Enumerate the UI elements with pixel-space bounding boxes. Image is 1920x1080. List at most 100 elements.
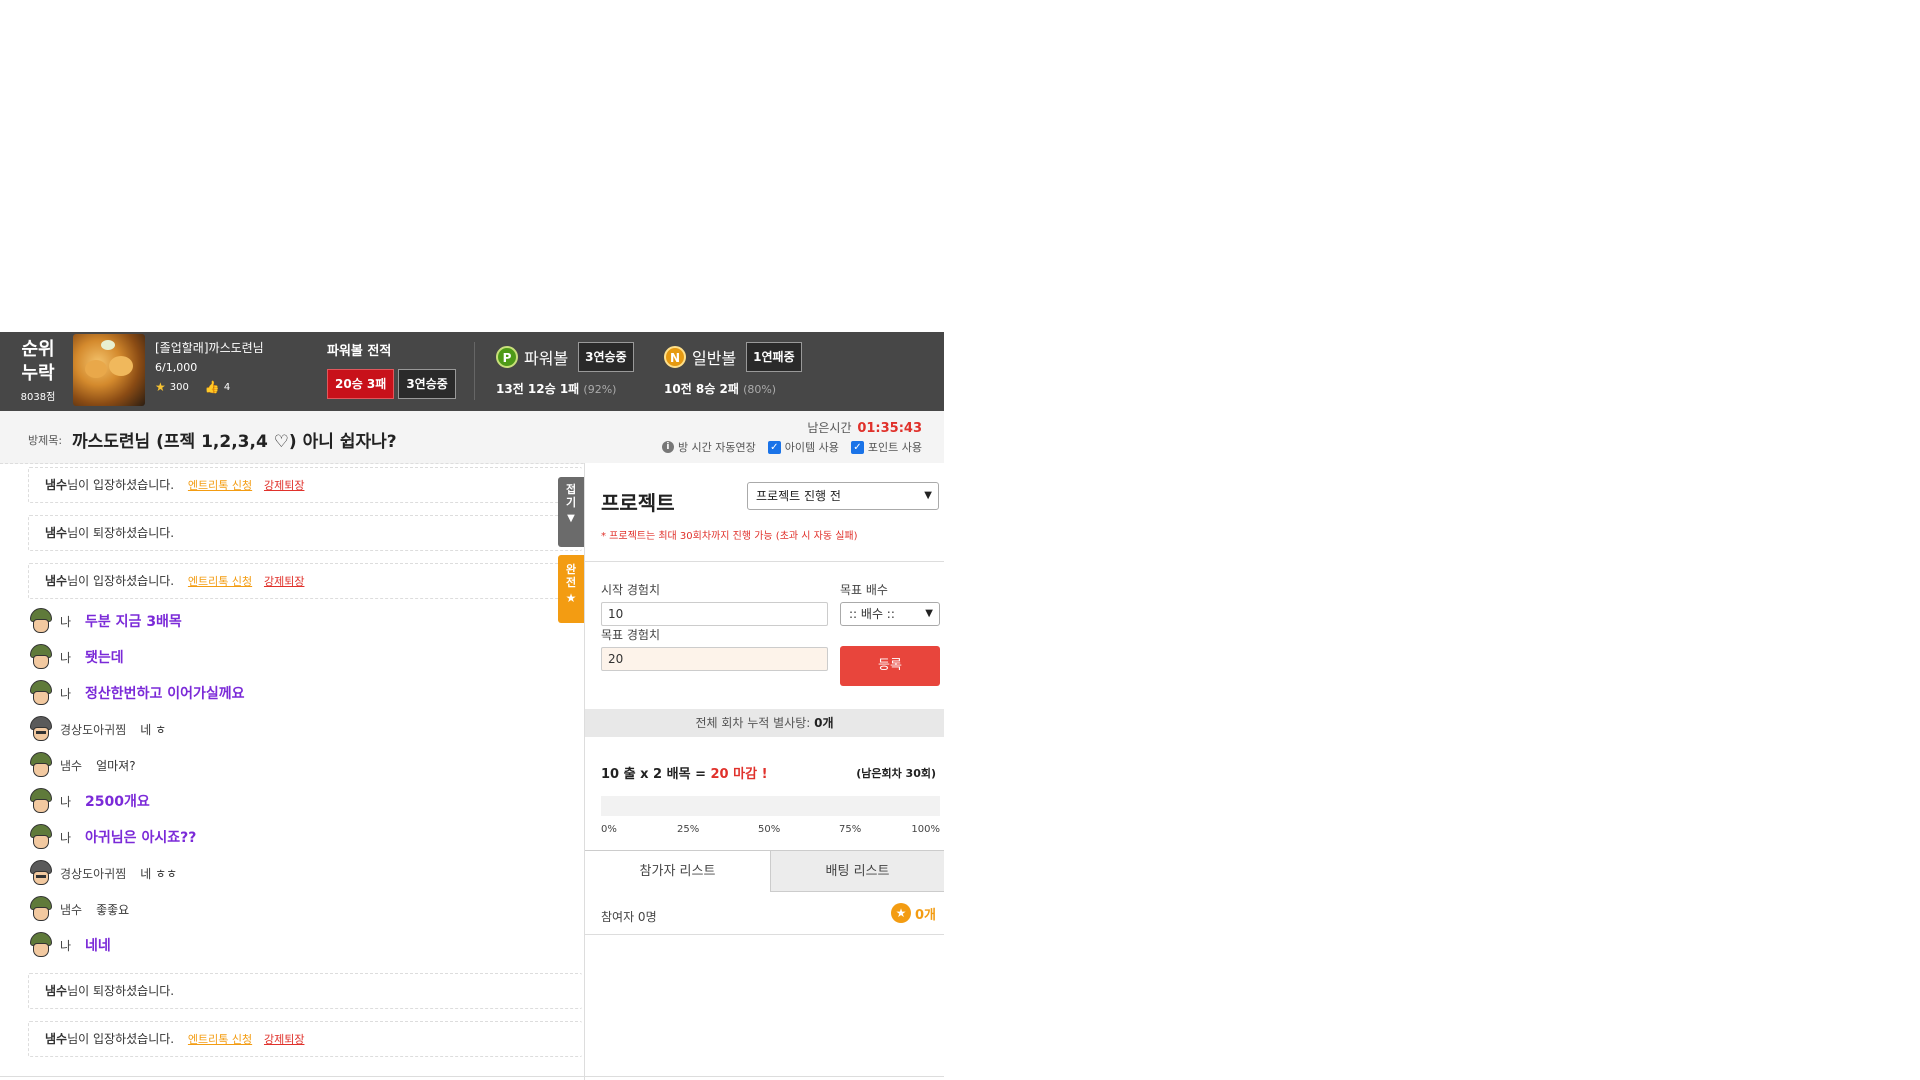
calc-unit2: 배목 [666, 767, 691, 782]
rank-label: 순위 [21, 339, 55, 360]
system-message-user[interactable]: 냄수 [45, 1032, 67, 1046]
auto-extend-label[interactable]: 방 시간 자동연장 [678, 439, 756, 455]
register-button[interactable]: 등록 [840, 646, 940, 686]
soldier-avatar-icon [28, 608, 54, 634]
powerball-streak: 3연승중 [578, 342, 634, 372]
divider [0, 1076, 944, 1077]
use-point-checkbox[interactable]: ✓ [850, 440, 864, 454]
system-message-user[interactable]: 냄수 [45, 574, 67, 588]
soldier-avatar-icon [28, 896, 54, 922]
chat-author[interactable]: 냄수 [60, 901, 82, 918]
full-tab-label-2: 전 [565, 576, 577, 589]
progress-ticks: 0% 25% 50% 75% 100% [601, 824, 940, 838]
rank-box: 순위 누락 8038점 [16, 338, 60, 403]
soldier-avatar-icon [28, 644, 54, 670]
normalball-record: 10전 8승 2패 (80%) [664, 380, 802, 397]
profile-header: 순위 누락 8038점 [졸업할래]까스도련님 6/1,000 ★ 300 👍 … [0, 332, 944, 411]
full-tab-label-1: 완 [565, 563, 577, 576]
reward-value: 0개 [914, 907, 936, 923]
entry-talk-link[interactable]: 엔트리톡 신청 [188, 479, 252, 492]
target-exp-label: 목표 경험치 [601, 628, 661, 642]
kick-link[interactable]: 강제퇴장 [264, 1033, 304, 1046]
full-screen-tab[interactable]: 완 전 ★ [558, 555, 584, 623]
powerball-pct: (92%) [583, 383, 617, 396]
chat-author[interactable]: 나 [60, 829, 71, 846]
target-mult-value: :: 배수 :: [849, 607, 895, 621]
chat-message: 네 ㅎ [140, 722, 167, 737]
thumbs-up-icon: 👍 [204, 380, 220, 394]
total-candy-value: 0개 [814, 716, 834, 730]
chevron-down-icon: ▼ [567, 513, 575, 524]
normalball-icon: N [664, 346, 686, 368]
tab-betting[interactable]: 배팅 리스트 [771, 850, 944, 892]
calc-unit1: 출 [623, 767, 636, 782]
chat-author[interactable]: 냄수 [60, 757, 82, 774]
system-message-user[interactable]: 냄수 [45, 984, 67, 998]
user-info: [졸업할래]까스도련님 6/1,000 ★ 300 👍 4 [155, 340, 264, 394]
chat-line: 경상도아귀찜 네 ㅎㅎ [28, 859, 177, 887]
powerball-stats: P 파워볼 3연승중 13전 12승 1패 (92%) [496, 342, 634, 397]
project-calc: 10 출 x 2 배목 = 20 마감 ! [601, 763, 768, 782]
chat-message: 두분 지금 3배목 [85, 614, 182, 630]
use-point-label[interactable]: 포인트 사용 [868, 439, 922, 455]
system-message-user[interactable]: 냄수 [45, 478, 67, 492]
project-title: 프로젝트 [601, 491, 675, 515]
system-message-text: 님이 입장하셨습니다. [67, 574, 175, 588]
use-item-checkbox[interactable]: ✓ [767, 440, 781, 454]
project-status-select[interactable]: 프로젝트 진행 전 ▼ [747, 482, 939, 510]
system-message-text: 님이 퇴장하셨습니다. [67, 526, 175, 540]
remaining-time-label: 남은시간 [807, 421, 852, 435]
chat-author[interactable]: 경상도아귀찜 [60, 865, 126, 882]
normalball-name: 일반볼 [692, 349, 737, 368]
powerball-name: 파워볼 [524, 349, 569, 368]
record-badge: 20승 3패 [327, 369, 395, 399]
target-mult-label: 목표 배수 [840, 583, 888, 597]
chat-author[interactable]: 나 [60, 649, 71, 666]
tick-label: 100% [911, 824, 940, 835]
calc-x: x [640, 767, 649, 782]
list-tabs: 참가자 리스트 배팅 리스트 [585, 850, 944, 892]
target-mult-select[interactable]: :: 배수 :: ▼ [840, 602, 940, 626]
chat-author[interactable]: 나 [60, 937, 71, 954]
rank-points: 8038점 [20, 392, 56, 403]
star-icon: ★ [890, 903, 911, 923]
system-message: 냄수님이 입장하셨습니다. 엔트리톡 신청 강제퇴장 [28, 467, 582, 503]
info-icon[interactable]: i [661, 441, 674, 453]
tab-participants[interactable]: 참가자 리스트 [585, 850, 771, 892]
soldier-avatar-icon [28, 680, 54, 706]
calc-mult: 2 [653, 767, 663, 782]
remaining-rounds: (남은회차 30회) [856, 767, 936, 780]
chat-author[interactable]: 나 [60, 685, 71, 702]
soldier-avatar-icon [28, 860, 54, 886]
chat-line: 나 2500개요 [28, 787, 150, 815]
total-candy-label: 전체 회차 누적 별사탕: [695, 716, 811, 730]
kick-link[interactable]: 강제퇴장 [264, 479, 304, 492]
streak-badge: 3연승중 [398, 369, 456, 399]
chevron-down-icon: ▼ [925, 608, 933, 619]
chat-author[interactable]: 경상도아귀찜 [60, 721, 126, 738]
normalball-record-text: 10전 8승 2패 [664, 382, 739, 396]
entry-talk-link[interactable]: 엔트리톡 신청 [188, 575, 252, 588]
soldier-avatar-icon [28, 752, 54, 778]
chat-message: 아귀님은 아시죠?? [85, 830, 197, 846]
start-exp-input[interactable]: 10 [601, 602, 828, 626]
system-message: 냄수님이 퇴장하셨습니다. [28, 515, 582, 551]
system-message-user[interactable]: 냄수 [45, 526, 67, 540]
avatar[interactable] [73, 334, 145, 406]
fold-tab-label-2: 기 [565, 496, 577, 509]
tick-label: 75% [839, 824, 862, 835]
use-item-label[interactable]: 아이템 사용 [785, 439, 839, 455]
user-name[interactable]: [졸업할래]까스도련님 [155, 340, 264, 356]
chat-author[interactable]: 나 [60, 793, 71, 810]
tick-label: 25% [677, 824, 700, 835]
room-options: i 방 시간 자동연장 ✓ 아이템 사용 ✓ 포인트 사용 [661, 439, 922, 455]
target-exp-input[interactable]: 20 [601, 647, 828, 671]
project-note: * 프로젝트는 최대 30회차까지 진행 가능 (초과 시 자동 실패) [601, 531, 858, 542]
normalball-stats: N 일반볼 1연패중 10전 8승 2패 (80%) [664, 342, 802, 397]
normalball-streak: 1연패중 [746, 342, 802, 372]
kick-link[interactable]: 강제퇴장 [264, 575, 304, 588]
chat-author[interactable]: 나 [60, 613, 71, 630]
chat-area[interactable]: 냄수님이 입장하셨습니다. 엔트리톡 신청 강제퇴장 냄수님이 퇴장하셨습니다.… [0, 463, 585, 1080]
entry-talk-link[interactable]: 엔트리톡 신청 [188, 1033, 252, 1046]
fold-tab[interactable]: 접 기 ▼ [558, 477, 584, 547]
